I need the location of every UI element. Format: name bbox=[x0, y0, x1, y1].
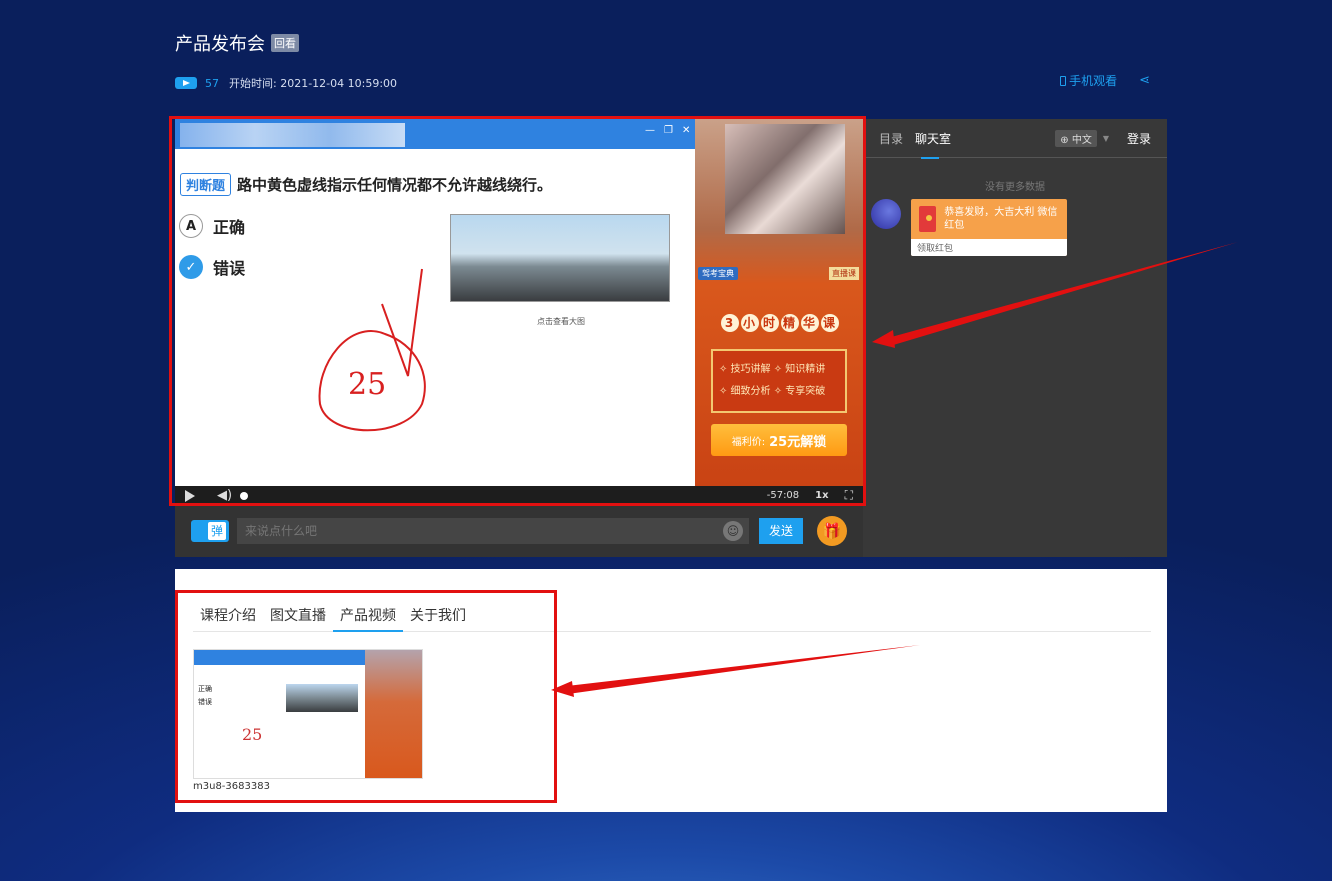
annotation-arrowhead-video bbox=[551, 681, 574, 697]
annotation-arrow-player bbox=[884, 242, 1238, 346]
annotation-arrows bbox=[551, 242, 1238, 697]
annotation-arrowhead-player bbox=[872, 330, 895, 348]
annotation-arrow-video bbox=[567, 645, 920, 694]
